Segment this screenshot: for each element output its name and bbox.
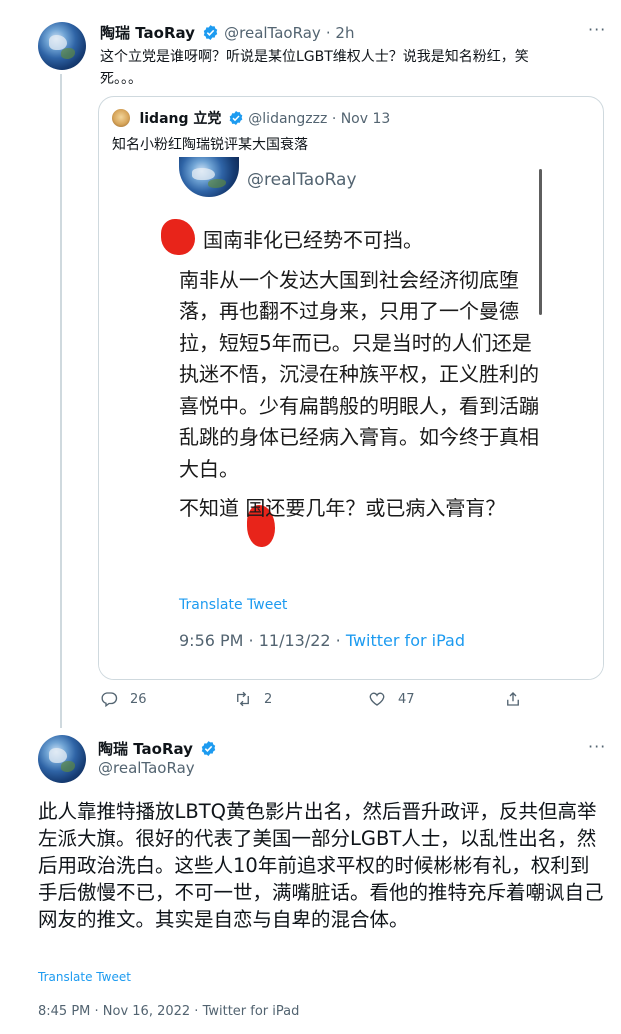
like-count: 47 xyxy=(398,691,415,707)
tweet-text-line: 死。。。 xyxy=(100,71,142,87)
reply-count: 26 xyxy=(130,691,147,707)
avatar[interactable] xyxy=(38,22,86,70)
avatar[interactable] xyxy=(38,735,86,783)
screenshot-paragraph: 不知道 国还要几年？或已病入膏肓？ xyxy=(179,496,506,520)
retweet-icon xyxy=(237,691,249,707)
screenshot-handle: @realTaoRay xyxy=(247,170,357,190)
timestamp[interactable]: · 2h xyxy=(326,24,355,42)
screenshot-paragraph: 南非从一个发达大国到社会经济彻底堕落，再也翻不过身来，只用了一个曼德拉，短短5年… xyxy=(179,267,539,481)
share-icon xyxy=(507,692,519,706)
tweet-text-line: 这个立党是谁呀啊？听说是某位LGBT维权人士？说我是知名粉红，笑 xyxy=(100,49,529,65)
screenshot-paragraph: 国南非化已经势不可挡。 xyxy=(203,228,423,252)
display-name[interactable]: 陶瑞 TaoRay xyxy=(98,740,193,758)
translate-link[interactable]: Translate Tweet xyxy=(38,970,131,984)
retweet-count: 2 xyxy=(264,691,273,707)
verified-badge-icon xyxy=(229,111,243,125)
tweet-timestamp[interactable]: 8:45 PM · Nov 16, 2022 · Twitter for iPa… xyxy=(38,1004,299,1019)
reply-button[interactable]: 26 xyxy=(100,690,147,708)
tweet-text: 此人靠推特播放LBTQ黄色影片出名，然后晋升政评，反共但高举左派大旗。很好的代表… xyxy=(38,800,604,931)
more-options-icon[interactable]: ··· xyxy=(588,20,606,39)
display-name: lidang 立党 xyxy=(139,111,222,127)
handle[interactable]: @realTaoRay xyxy=(98,759,195,777)
share-button[interactable] xyxy=(504,690,534,708)
verified-badge-icon xyxy=(203,25,218,40)
attached-image[interactable]: @realTaoRay 国南非化已经势不可挡。 南非从一个发达大国到社会经济彻底… xyxy=(99,157,603,679)
display-name[interactable]: 陶瑞 TaoRay xyxy=(100,24,195,42)
screenshot-text: 国南非化已经势不可挡。 南非从一个发达大国到社会经济彻底堕落，再也翻不过身来，只… xyxy=(179,225,539,525)
screenshot-timestamp: 9:56 PM · 11/13/22 · xyxy=(179,631,346,650)
heart-icon xyxy=(369,692,385,706)
screenshot-meta: 9:56 PM · 11/13/22 · Twitter for iPad xyxy=(179,631,465,650)
handle: @lidangzzz xyxy=(248,111,328,127)
tweet-header: 陶瑞 TaoRay xyxy=(98,738,217,759)
thread-line xyxy=(60,74,62,728)
translate-link: Translate Tweet xyxy=(179,597,288,613)
reply-icon xyxy=(101,692,118,708)
retweet-button[interactable]: 2 xyxy=(234,690,272,708)
screenshot-source: Twitter for iPad xyxy=(345,631,465,650)
quoted-tweet-text: 知名小粉红陶瑞锐评某大国衰落 xyxy=(112,137,308,153)
verified-badge-icon xyxy=(201,741,216,756)
quoted-tweet[interactable]: lidang 立党 @lidangzzz · Nov 13 知名小粉红陶瑞锐评某… xyxy=(98,96,604,680)
quoted-tweet-header: lidang 立党 @lidangzzz · Nov 13 xyxy=(112,108,390,128)
timestamp: · Nov 13 xyxy=(331,111,391,127)
tweet-header: 陶瑞 TaoRay @realTaoRay · 2h xyxy=(100,22,354,43)
avatar xyxy=(112,109,130,127)
handle[interactable]: @realTaoRay xyxy=(224,24,321,42)
scrollbar xyxy=(539,169,542,315)
tweet-actions: 26 2 47 xyxy=(100,690,540,714)
more-options-icon[interactable]: ··· xyxy=(588,737,606,756)
avatar xyxy=(179,157,239,197)
tweet-text: 这个立党是谁呀啊？听说是某位LGBT维权人士？说我是知名粉红，笑 死。。。 xyxy=(100,46,600,90)
like-button[interactable]: 47 xyxy=(368,690,415,708)
